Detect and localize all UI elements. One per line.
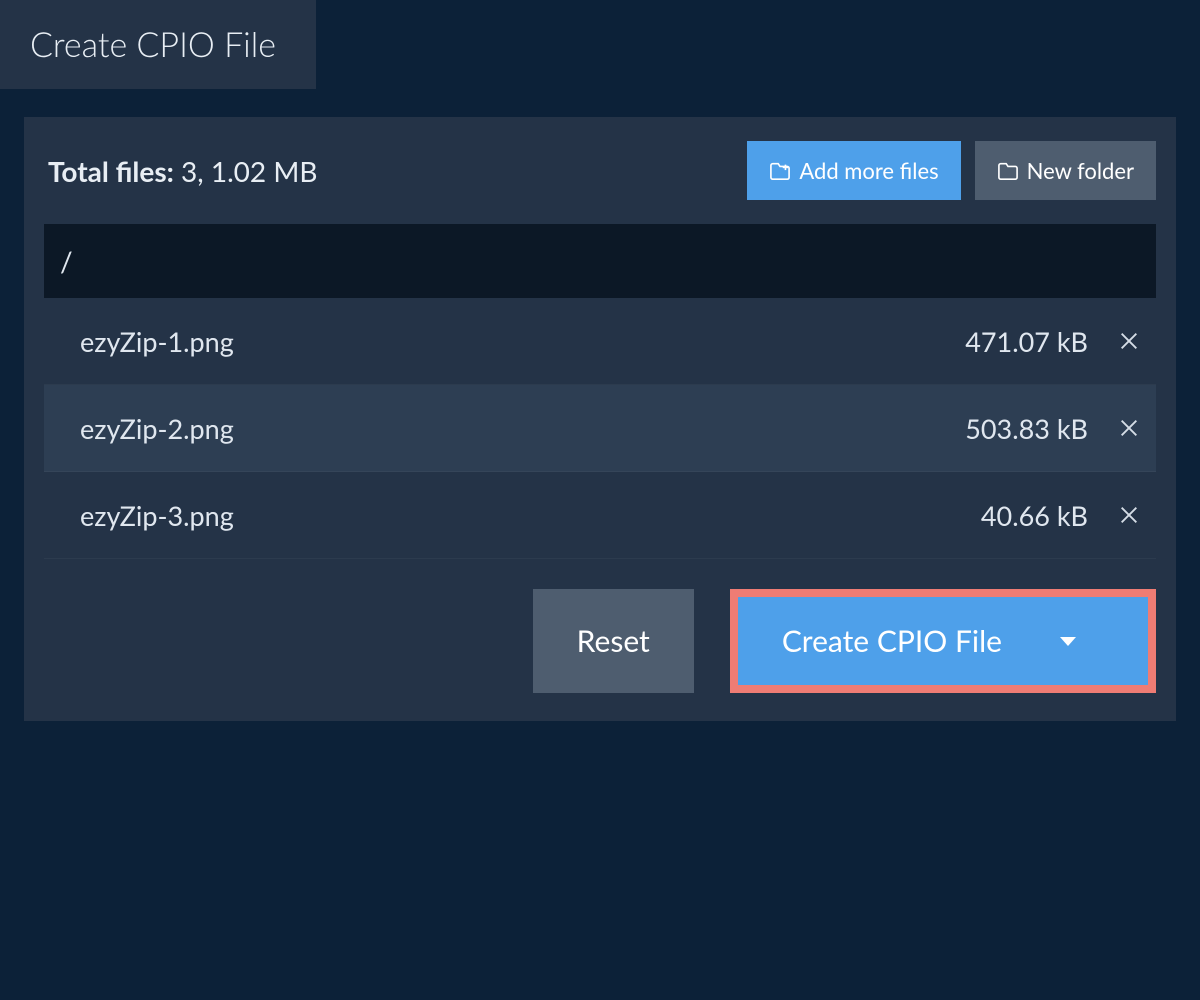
file-name: ezyZip-1.png <box>80 325 234 358</box>
create-label: Create CPIO File <box>782 623 1002 659</box>
path-row[interactable]: / <box>44 224 1156 298</box>
total-files-size: 1.02 MB <box>211 154 318 188</box>
file-name: ezyZip-2.png <box>80 412 234 445</box>
file-size: 503.83 kB <box>965 412 1088 445</box>
total-files-count: 3 <box>181 154 197 188</box>
file-row: ezyZip-1.png 471.07 kB <box>44 298 1156 385</box>
file-name: ezyZip-3.png <box>80 499 234 532</box>
footer-actions: Reset Create CPIO File <box>24 559 1176 721</box>
remove-file-icon[interactable] <box>1108 411 1150 445</box>
file-size: 471.07 kB <box>965 325 1088 358</box>
header-buttons: Add more files New folder <box>747 141 1156 200</box>
file-size: 40.66 kB <box>981 499 1088 532</box>
path-text: / <box>60 244 73 278</box>
file-list-section: / ezyZip-1.png 471.07 kB ezyZip-2.png 50… <box>24 224 1176 559</box>
reset-label: Reset <box>577 623 650 659</box>
total-files-label: Total files: <box>48 154 174 188</box>
create-button-highlight: Create CPIO File <box>730 589 1156 693</box>
caret-down-icon <box>1060 637 1076 646</box>
create-cpio-button[interactable]: Create CPIO File <box>738 597 1148 685</box>
file-row: ezyZip-2.png 503.83 kB <box>44 385 1156 472</box>
tab-label: Create CPIO File <box>30 24 276 65</box>
add-more-files-label: Add more files <box>799 157 938 184</box>
new-folder-button[interactable]: New folder <box>975 141 1156 200</box>
remove-file-icon[interactable] <box>1108 324 1150 358</box>
reset-button[interactable]: Reset <box>533 589 694 693</box>
add-more-files-button[interactable]: Add more files <box>747 141 960 200</box>
tab-create-cpio[interactable]: Create CPIO File <box>0 0 316 89</box>
main-panel: Total files: 3, 1.02 MB Add more files <box>24 117 1176 721</box>
folder-plus-icon <box>769 161 791 181</box>
total-files-summary: Total files: 3, 1.02 MB <box>48 154 317 188</box>
folder-icon <box>997 161 1019 181</box>
new-folder-label: New folder <box>1027 157 1134 184</box>
header-row: Total files: 3, 1.02 MB Add more files <box>24 117 1176 224</box>
remove-file-icon[interactable] <box>1108 498 1150 532</box>
file-row: ezyZip-3.png 40.66 kB <box>44 472 1156 559</box>
